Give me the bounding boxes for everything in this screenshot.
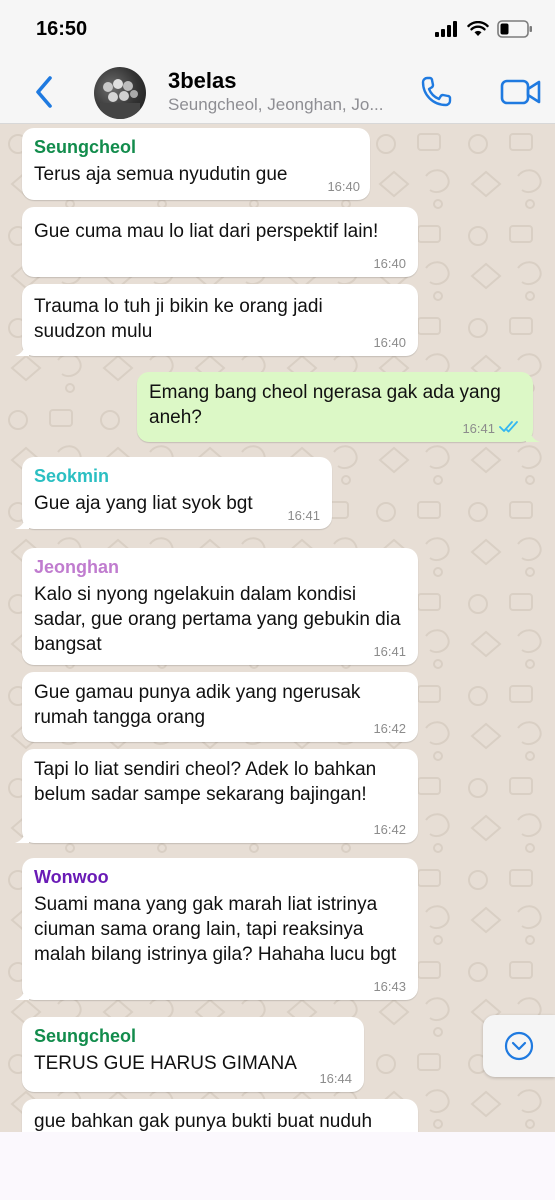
message-time: 16:42 bbox=[373, 721, 406, 736]
message-time: 16:40 bbox=[373, 256, 406, 271]
message-text: Terus aja semua nyudutin gue bbox=[34, 164, 288, 185]
message-bubble[interactable]: Jeonghan Kalo si nyong ngelakuin dalam k… bbox=[22, 548, 418, 665]
message-time: 16:43 bbox=[373, 979, 406, 994]
bubble-tail bbox=[15, 829, 29, 843]
sender-name[interactable]: Seungcheol bbox=[34, 1025, 352, 1047]
message-bubble[interactable]: Seokmin Gue aja yang liat syok bgt 16:41 bbox=[15, 457, 332, 529]
video-camera-icon[interactable] bbox=[500, 76, 542, 108]
phone-icon[interactable] bbox=[418, 74, 454, 110]
message-time: 16:42 bbox=[373, 822, 406, 837]
message-bubble[interactable]: Wonwoo Suami mana yang gak marah liat is… bbox=[15, 858, 418, 1000]
message-bubble[interactable]: Seungcheol TERUS GUE HARUS GIMANA 16:44 bbox=[22, 1017, 364, 1092]
chevron-down-circle-icon bbox=[504, 1031, 534, 1061]
message-bubble[interactable]: Tapi lo liat sendiri cheol? Adek lo bahk… bbox=[15, 749, 418, 843]
chat-header: 3belas Seungcheol, Jeonghan, Jo... bbox=[0, 60, 555, 124]
chat-title[interactable]: 3belas bbox=[168, 68, 237, 94]
status-icons bbox=[435, 20, 533, 38]
signal-icon bbox=[435, 21, 457, 37]
bubble-tail bbox=[15, 515, 29, 529]
message-time: 16:41 bbox=[287, 508, 320, 523]
scroll-to-bottom-button[interactable] bbox=[483, 1015, 555, 1077]
message-time: 16:40 bbox=[373, 335, 406, 350]
message-bubble[interactable]: Gue cuma mau lo liat dari perspektif lai… bbox=[22, 207, 418, 277]
status-time: 16:50 bbox=[36, 18, 88, 40]
outgoing-message-bubble[interactable]: Emang bang cheol ngerasa gak ada yang an… bbox=[137, 372, 540, 442]
battery-icon bbox=[497, 20, 532, 38]
bubble-tail bbox=[526, 428, 540, 442]
group-photo-icon bbox=[100, 79, 140, 119]
sender-name[interactable]: Wonwoo bbox=[34, 866, 406, 888]
message-bubble[interactable]: gue bahkan gak punya bukti buat nuduh bbox=[22, 1099, 418, 1132]
message-time: 16:40 bbox=[327, 179, 360, 194]
message-text: Gue aja yang liat syok bgt bbox=[34, 493, 253, 514]
status-bar: 16:50 bbox=[0, 0, 555, 60]
chat-messages-area[interactable]: Seungcheol Terus aja semua nyudutin gue … bbox=[0, 124, 555, 1132]
message-text: Tapi lo liat sendiri cheol? Adek lo bahk… bbox=[34, 759, 377, 805]
sender-name[interactable]: Seungcheol bbox=[34, 136, 358, 158]
message-text: gue bahkan gak punya bukti buat nuduh bbox=[34, 1111, 373, 1132]
sender-name[interactable]: Jeonghan bbox=[34, 556, 406, 578]
message-text: Suami mana yang gak marah liat istrinya … bbox=[34, 894, 397, 965]
message-text: Trauma lo tuh ji bikin ke orang jadi suu… bbox=[34, 296, 323, 342]
chat-participants[interactable]: Seungcheol, Jeonghan, Jo... bbox=[168, 95, 408, 115]
message-text: Gue gamau punya adik yang ngerusak rumah… bbox=[34, 682, 361, 728]
read-receipt-icon bbox=[499, 421, 518, 433]
bottom-bar bbox=[0, 1132, 555, 1200]
message-time: 16:44 bbox=[319, 1071, 352, 1086]
message-time: 16:41 bbox=[462, 421, 495, 436]
message-time: 16:41 bbox=[373, 644, 406, 659]
message-bubble[interactable]: Seungcheol Terus aja semua nyudutin gue … bbox=[22, 128, 370, 200]
message-text: Kalo si nyong ngelakuin dalam kondisi sa… bbox=[34, 584, 401, 655]
message-text: TERUS GUE HARUS GIMANA bbox=[34, 1053, 297, 1074]
wifi-icon bbox=[467, 21, 489, 36]
bubble-tail bbox=[15, 342, 29, 356]
group-avatar[interactable] bbox=[94, 67, 146, 119]
message-text: Gue cuma mau lo liat dari perspektif lai… bbox=[34, 221, 379, 242]
sender-name[interactable]: Seokmin bbox=[34, 465, 320, 487]
bubble-tail bbox=[15, 986, 29, 1000]
message-bubble[interactable]: Trauma lo tuh ji bikin ke orang jadi suu… bbox=[15, 284, 418, 356]
message-bubble[interactable]: Gue gamau punya adik yang ngerusak rumah… bbox=[22, 672, 418, 742]
back-chevron-icon[interactable] bbox=[30, 74, 60, 110]
